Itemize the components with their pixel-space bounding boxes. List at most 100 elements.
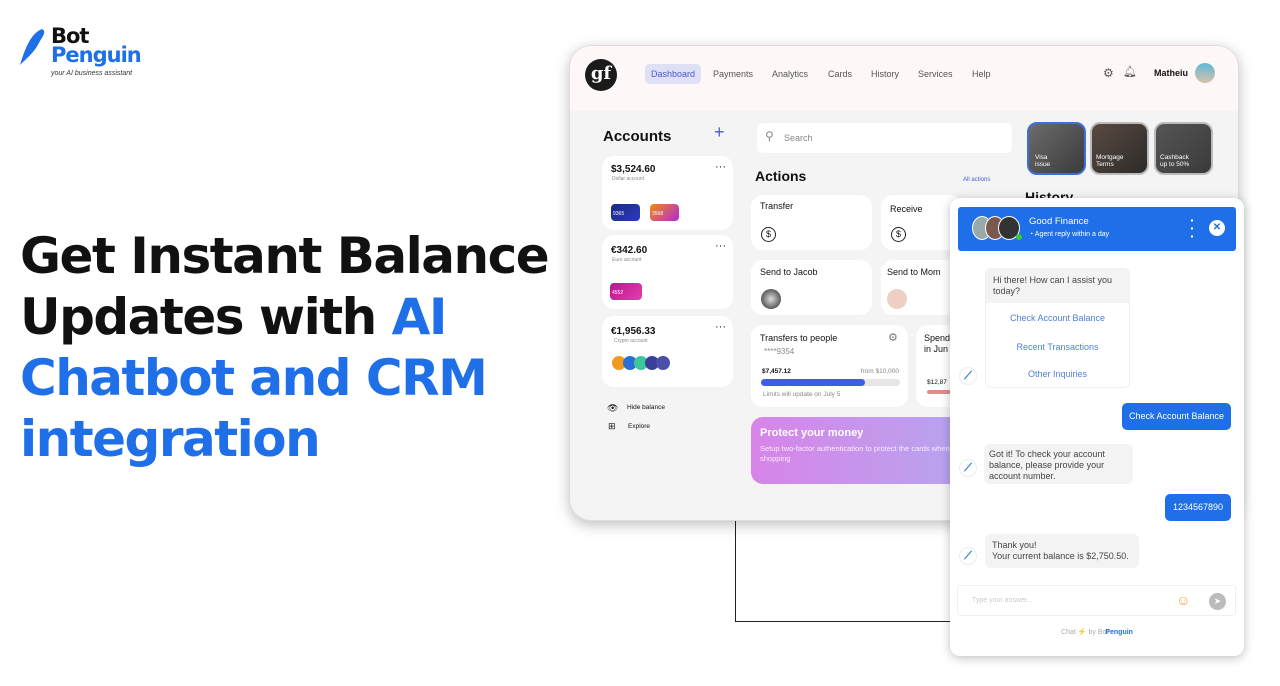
action-receive[interactable]: Receive $	[881, 195, 961, 250]
powered-by[interactable]: Chat ⚡ by BotPenguin	[950, 628, 1244, 636]
send-icon[interactable]: ➤	[1209, 593, 1226, 610]
bank-card[interactable]: 9365	[611, 204, 640, 221]
accounts-title: Accounts	[603, 128, 672, 145]
footer-text: Penguin	[1105, 629, 1133, 636]
action-label: Transfer	[760, 201, 794, 211]
settings-icon[interactable]: ⚙	[888, 331, 898, 344]
account-amount: €1,956.33	[611, 326, 656, 337]
lightning-icon: ⚡	[1077, 629, 1087, 636]
promo-banner[interactable]: Protect your money Setup two-factor auth…	[751, 417, 961, 484]
subtitle-text: Agent reply within a day	[1034, 231, 1110, 238]
account-label: Crypto account	[614, 338, 648, 344]
close-icon[interactable]: ✕	[1209, 220, 1225, 236]
action-transfer[interactable]: Transfer $	[751, 195, 872, 250]
chat-title: Good Finance	[1029, 216, 1089, 227]
chat-header: Good Finance ◔ Agent reply within a day …	[958, 207, 1236, 251]
grid-icon[interactable]: ⊞	[608, 421, 616, 432]
story-label: up to 50%	[1160, 161, 1190, 168]
message-line: Thank you!	[992, 540, 1037, 550]
action-label: Send to Mom	[887, 267, 941, 277]
spend-amount: $12,87	[927, 379, 947, 386]
spend-title: Spend in Jun	[924, 333, 950, 355]
progress-bar	[761, 379, 900, 386]
quick-reply-other[interactable]: Other Inquiries	[986, 369, 1129, 380]
story-cashback[interactable]: Cashback up to 50%	[1154, 122, 1213, 175]
penguin-icon	[20, 29, 45, 65]
more-icon[interactable]: ···	[715, 321, 726, 333]
bot-avatar-icon: ⟋	[959, 367, 977, 385]
nav-payments[interactable]: Payments	[707, 64, 759, 84]
spend-title-line: Spend	[924, 333, 951, 343]
action-send-jacob[interactable]: Send to Jacob	[751, 260, 872, 315]
nav-analytics[interactable]: Analytics	[766, 64, 814, 84]
more-icon[interactable]: ···	[715, 161, 726, 173]
search-placeholder: Search	[784, 133, 813, 143]
account-amount: $3,524.60	[611, 164, 656, 175]
nav-cards[interactable]: Cards	[822, 64, 858, 84]
nav-dashboard[interactable]: Dashboard	[645, 64, 702, 84]
account-amount: €342.60	[611, 245, 648, 256]
footer-text: Chat	[1061, 629, 1076, 636]
progress-fill	[761, 379, 866, 386]
chainlink-icon	[656, 356, 670, 370]
story-visa[interactable]: Visa issue	[1027, 122, 1086, 175]
message-line: Your current balance is $2,750.50.	[992, 551, 1129, 561]
hide-balance-link[interactable]: Hide balance	[627, 404, 665, 411]
account-card[interactable]: €1,956.33 Crypto account ···	[602, 316, 733, 387]
greeting-text: Hi there! How can I assist you today?	[986, 269, 1129, 303]
search-input[interactable]: ⚲ Search	[757, 123, 1012, 153]
action-label: Receive	[890, 204, 923, 214]
more-icon[interactable]: ···	[715, 240, 726, 252]
bank-card[interactable]: 4552	[610, 283, 642, 300]
story-mortgage[interactable]: Mortgage Terms	[1090, 122, 1149, 175]
connector-line	[735, 621, 950, 622]
chat-widget: Good Finance ◔ Agent reply within a day …	[950, 198, 1244, 656]
app-logo: gf	[585, 59, 617, 91]
account-card[interactable]: $3,524.60 Dollar account ··· 9365 3568	[602, 156, 733, 230]
action-label: Send to Jacob	[760, 267, 818, 277]
headline-text: Updates with	[20, 288, 392, 346]
quick-reply-transactions[interactable]: Recent Transactions	[986, 342, 1129, 353]
chat-input[interactable]: Type your answer... ☺ ➤	[957, 585, 1236, 616]
account-label: Dollar account	[612, 176, 644, 182]
card-number: ****9354	[764, 347, 795, 356]
footer-text: by	[1088, 629, 1096, 636]
bell-icon[interactable]: 🔔︎	[1123, 65, 1137, 78]
online-indicator	[1016, 234, 1022, 240]
user-message: 1234567890	[1165, 494, 1231, 521]
headline-line: integration	[20, 410, 321, 468]
transfer-amount: $7,457.12	[762, 368, 791, 375]
transfer-limit: from $10,000	[860, 368, 899, 375]
story-label: Visa	[1035, 154, 1048, 161]
add-account-button[interactable]: +	[714, 122, 725, 143]
eye-off-icon[interactable]: 👁︎	[607, 403, 618, 414]
bank-card[interactable]: 3568	[650, 204, 679, 221]
dollar-icon: $	[761, 227, 776, 242]
bot-message: Got it! To check your account balance, p…	[984, 444, 1133, 484]
connector-line	[735, 520, 736, 621]
story-label: Terms	[1096, 161, 1114, 168]
nav-history[interactable]: History	[865, 64, 905, 84]
menu-icon[interactable]: · · ·	[1190, 213, 1195, 243]
avatar[interactable]	[1195, 63, 1215, 83]
nav-help[interactable]: Help	[966, 64, 997, 84]
limit-note: Limits will update on July 5	[763, 391, 841, 398]
account-card[interactable]: €342.60 Euro account ··· 4552	[602, 235, 733, 309]
all-actions-link[interactable]: All actions	[963, 177, 990, 183]
headline-line: Chatbot and CRM	[20, 349, 488, 407]
tagline: your AI business assistant	[51, 70, 133, 77]
nav-services[interactable]: Services	[912, 64, 959, 84]
headline-line: Get Instant Balance	[20, 227, 550, 285]
user-name: Matheiu	[1154, 68, 1189, 78]
input-placeholder: Type your answer...	[972, 597, 1033, 604]
emoji-icon[interactable]: ☺	[1176, 592, 1190, 608]
quick-reply-check-balance[interactable]: Check Account Balance	[986, 313, 1129, 324]
chat-subtitle: ◔ Agent reply within a day	[1029, 231, 1109, 238]
story-label: Cashback	[1160, 154, 1189, 161]
settings-icon[interactable]: ⚙	[1103, 66, 1114, 80]
action-send-mom[interactable]: Send to Mom	[881, 260, 961, 315]
transfers-card[interactable]: Transfers to people ⚙ ****9354 $7,457.12…	[751, 325, 908, 407]
explore-link[interactable]: Explore	[628, 423, 650, 430]
user-message: Check Account Balance	[1122, 403, 1231, 430]
dollar-icon: $	[891, 227, 906, 242]
